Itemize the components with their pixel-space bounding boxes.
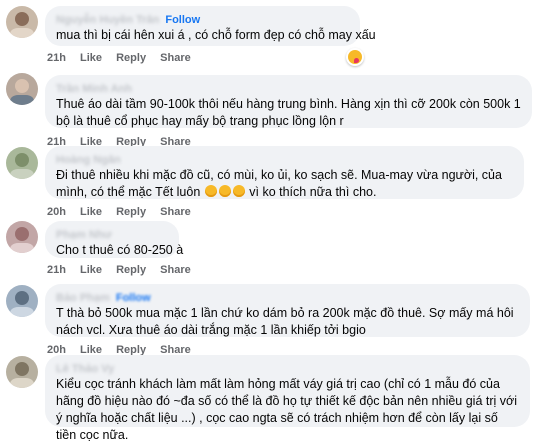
like-button[interactable]: Like <box>80 52 102 64</box>
like-button[interactable]: Like <box>80 264 102 276</box>
comment-text: Kiểu cọc tránh khách làm mất làm hỏng mấ… <box>56 377 517 442</box>
share-button[interactable]: Share <box>160 264 191 276</box>
laughing-face-icon[interactable] <box>346 48 364 66</box>
comment-text: Thuê áo dài tầm 90-100k thôi nếu hàng tr… <box>56 97 521 128</box>
comment-time[interactable]: 21h <box>47 52 66 64</box>
comment-bubble: Lê Thảo Vy Kiểu cọc tránh khách làm mất … <box>45 355 530 442</box>
avatar[interactable] <box>6 147 38 179</box>
reply-button[interactable]: Reply <box>116 264 146 276</box>
comment-bubble: Phạm Như Cho t thuê có 80-250 à <box>45 221 184 258</box>
comment-author[interactable]: Trần Minh Anh <box>56 83 132 95</box>
share-button[interactable]: Share <box>160 52 191 64</box>
grinning-face-icon <box>204 185 217 197</box>
comment-author[interactable]: Phạm Như <box>56 229 112 241</box>
avatar[interactable] <box>6 285 38 317</box>
comment-author[interactable]: Lê Thảo Vy <box>56 363 114 375</box>
avatar[interactable] <box>6 356 38 388</box>
comment-author[interactable]: Hoàng Ngân <box>56 154 121 166</box>
follow-button[interactable]: Follow <box>116 292 151 304</box>
grinning-face-icon <box>232 185 245 197</box>
comment-time[interactable]: 20h <box>47 206 66 218</box>
comment-text: mua thì bị cái hên xui á , có chỗ form đ… <box>56 28 376 42</box>
comment-text: Đi thuê nhiều khi mặc đồ cũ, có mùi, ko … <box>56 167 513 201</box>
comment-author[interactable]: Bảo Phạm <box>56 292 110 304</box>
share-button[interactable]: Share <box>160 206 191 218</box>
follow-button[interactable]: Follow <box>165 14 200 26</box>
comment-bubble: Trần Minh Anh Thuê áo dài tầm 90-100k th… <box>45 75 532 128</box>
comment-bubble: Bảo Phạm Follow T thà bỏ 500k mua mặc 1 … <box>45 284 530 337</box>
avatar[interactable] <box>6 221 38 253</box>
comment-text: T thà bỏ 500k mua mặc 1 lần chứ ko dám b… <box>56 306 514 337</box>
reply-button[interactable]: Reply <box>116 52 146 64</box>
reply-button[interactable]: Reply <box>116 206 146 218</box>
comment-actions: 21h Like Reply Share <box>47 51 202 65</box>
comment-author[interactable]: Nguyễn Huyền Trân <box>56 14 159 26</box>
comment-actions: 20h Like Reply Share <box>47 205 202 219</box>
comment-time[interactable]: 21h <box>47 264 66 276</box>
like-button[interactable]: Like <box>80 206 102 218</box>
comment-text: Cho t thuê có 80-250 à <box>56 243 184 257</box>
avatar[interactable] <box>6 73 38 105</box>
comment-bubble: Nguyễn Huyền Trân Follow mua thì bị cái … <box>45 6 376 46</box>
comment-bubble: Hoàng Ngân Đi thuê nhiều khi mặc đồ cũ, … <box>45 146 524 199</box>
comment-text-part: vì ko thích nữa thì cho. <box>249 185 377 199</box>
grinning-face-icon <box>218 185 231 197</box>
avatar[interactable] <box>6 6 38 38</box>
comment-actions: 21h Like Reply Share <box>47 263 202 277</box>
